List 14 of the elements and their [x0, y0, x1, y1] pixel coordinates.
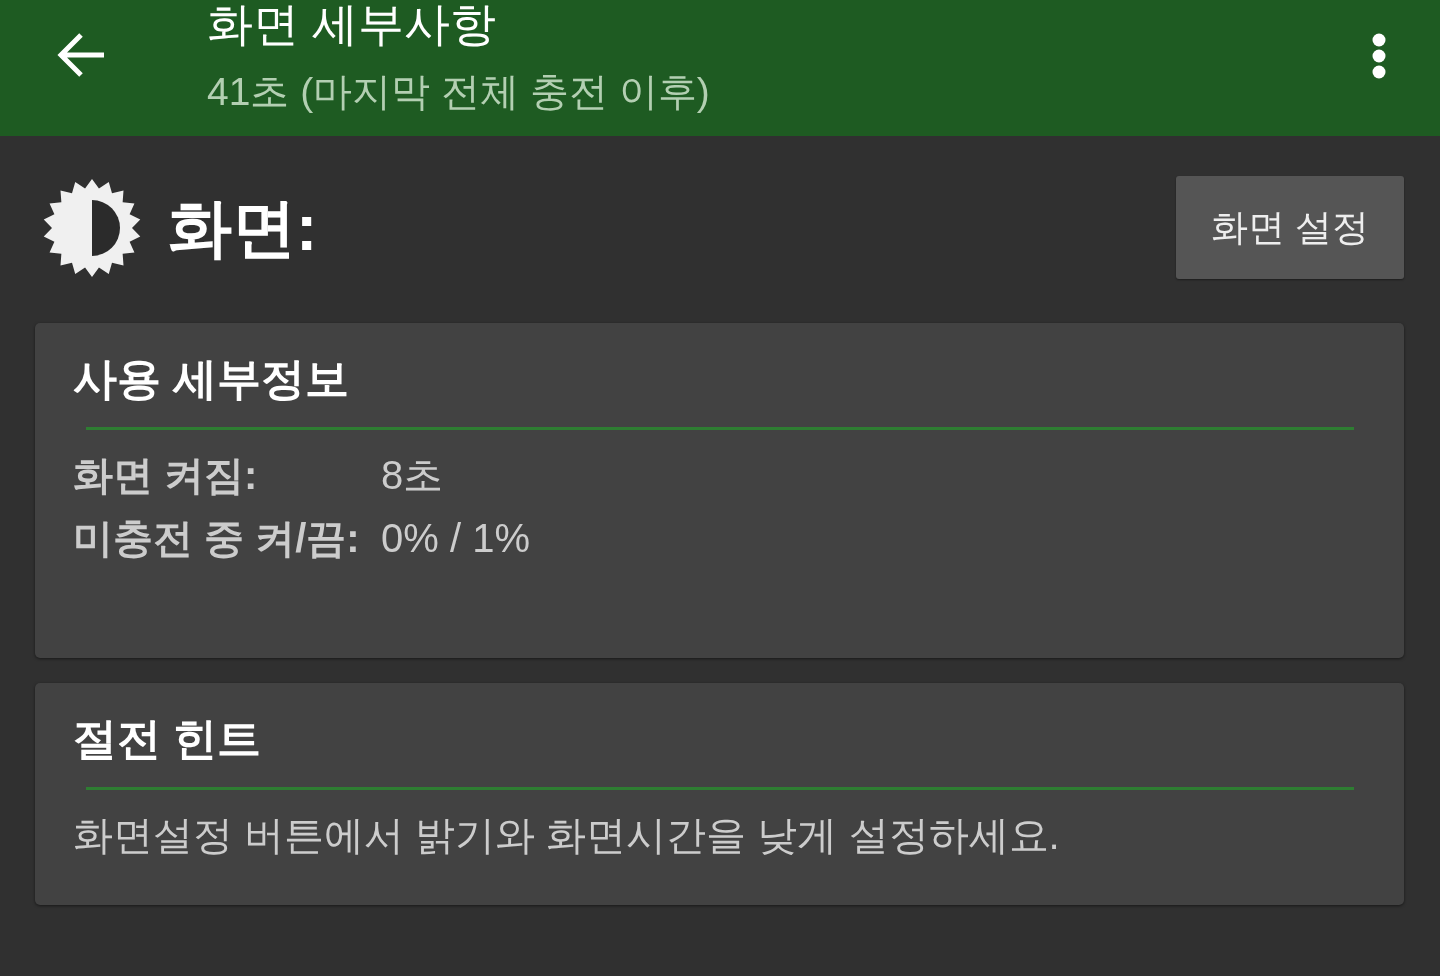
- screen-title: 화면 세부사항: [207, 0, 497, 49]
- detail-label: 화면 켜짐:: [73, 452, 259, 499]
- screen-subtitle: 41초 (마지막 전체 충전 이후): [207, 69, 710, 115]
- card-title: 절전 힌트: [73, 713, 262, 765]
- back-icon[interactable]: [56, 31, 106, 79]
- more-options-icon[interactable]: [1372, 33, 1386, 79]
- detail-label: 미충전 중 켜/끔:: [73, 515, 361, 562]
- detail-value: 0% / 1%: [381, 515, 530, 562]
- screen-settings-button[interactable]: 화면 설정: [1176, 176, 1404, 279]
- detail-value: 8초: [381, 452, 445, 499]
- card-title: 사용 세부정보: [73, 353, 350, 405]
- hint-text: 화면설정 버튼에서 밝기와 화면시간을 낮게 설정하세요.: [73, 812, 1060, 859]
- brightness-icon: [42, 177, 142, 278]
- section-title: 화면:: [168, 195, 318, 260]
